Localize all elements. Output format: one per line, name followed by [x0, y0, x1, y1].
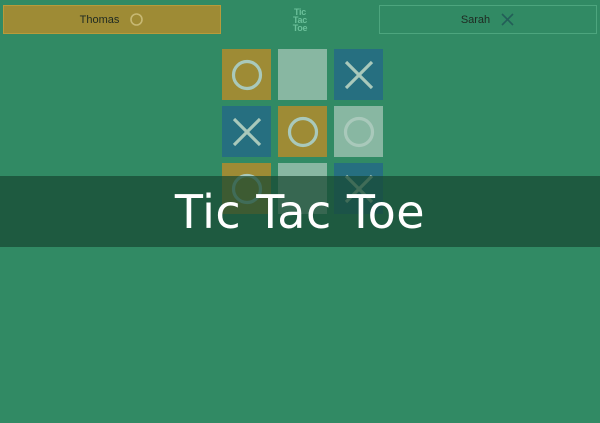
cross-icon [344, 60, 373, 89]
board-cell-3[interactable] [334, 49, 383, 100]
board-cell-4[interactable] [222, 106, 271, 157]
banner-title: Tic Tac Toe [174, 184, 426, 239]
circle-icon [129, 12, 144, 27]
board-cell-2[interactable] [278, 49, 327, 100]
player-two-name: Sarah [460, 13, 491, 26]
board-cell-6[interactable] [334, 106, 383, 157]
circle-icon [287, 116, 318, 147]
cross-icon [232, 117, 261, 146]
circle-icon [343, 116, 374, 147]
game-screen: Thomas Tic Tac Toe Sarah Tic Tac Toe [0, 0, 600, 423]
player-one-name: Thomas [79, 13, 120, 26]
player-one-card[interactable]: Thomas [3, 5, 221, 34]
cross-icon [500, 12, 515, 27]
board-cell-1[interactable] [222, 49, 271, 100]
title-banner: Tic Tac Toe [0, 176, 600, 247]
circle-icon [231, 59, 262, 90]
logo-line-3: Toe [292, 23, 308, 33]
player-two-card[interactable]: Sarah [379, 5, 597, 34]
game-logo: Tic Tac Toe [283, 8, 317, 33]
board-cell-5[interactable] [278, 106, 327, 157]
